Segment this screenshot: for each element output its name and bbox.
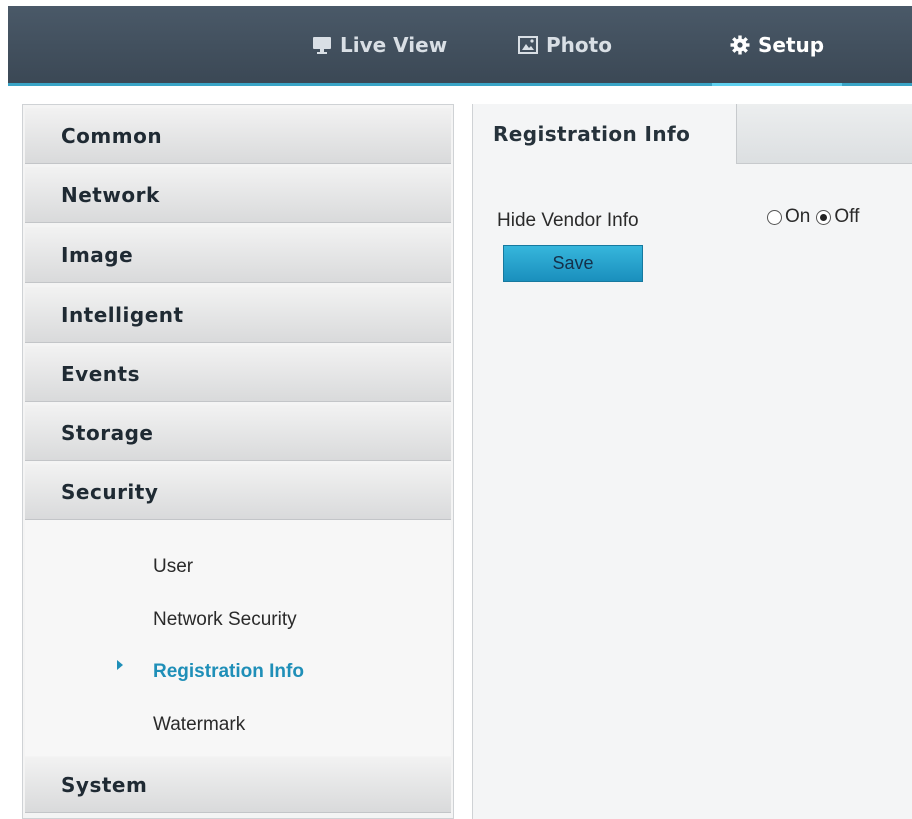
sidebar-item-label: System [61,772,148,797]
hide-vendor-radio-group: On Off [767,206,865,228]
security-submenu: User Network Security Registration Info … [25,520,451,756]
sidebar-item-label: Events [61,361,140,386]
sidebar-item-network[interactable]: Network [25,167,451,223]
sidebar-item-events[interactable]: Events [25,346,451,402]
tab-label: Registration Info [493,122,691,146]
tab-strip: Registration Info [473,104,912,164]
save-button[interactable]: Save [503,245,643,282]
sidebar: Common Network Image Intelligent Events … [22,104,454,819]
sidebar-item-label: Security [61,479,159,504]
radio-on[interactable] [767,209,782,225]
tab-registration-info[interactable]: Registration Info [473,104,737,164]
radio-off-label[interactable]: Off [834,206,859,228]
gear-icon [730,35,750,55]
sidebar-item-system[interactable]: System [25,757,451,813]
nav-photo-label: Photo [546,32,612,57]
submenu-item-user[interactable]: User [153,550,193,584]
nav-setup-label: Setup [758,32,825,57]
sidebar-item-label: Network [61,182,160,207]
submenu-item-label: Registration Info [153,661,304,682]
content-panel: Registration Info Hide Vendor Info On Of… [472,104,912,819]
sidebar-item-intelligent[interactable]: Intelligent [25,287,451,343]
sidebar-item-storage[interactable]: Storage [25,405,451,461]
submenu-item-label: Network Security [153,609,297,630]
sidebar-item-common[interactable]: Common [25,108,451,164]
radio-off[interactable] [816,209,832,225]
sidebar-item-security[interactable]: Security [25,464,451,520]
submenu-item-label: User [153,556,194,577]
sidebar-item-label: Common [61,123,163,148]
sidebar-item-image[interactable]: Image [25,227,451,283]
top-nav-bar: Live View Photo Setup [8,6,912,86]
submenu-item-label: Watermark [153,714,246,735]
picture-icon [518,35,538,54]
nav-setup[interactable]: Setup [711,6,843,86]
sidebar-item-label: Image [61,242,134,267]
caret-right-icon [117,660,123,670]
nav-live-view[interactable]: Live View [312,6,447,83]
monitor-icon [312,36,332,54]
sidebar-item-label: Intelligent [61,302,184,327]
submenu-item-registration-info[interactable]: Registration Info [153,655,304,689]
submenu-item-network-security[interactable]: Network Security [153,603,297,637]
radio-on-label[interactable]: On [785,206,810,228]
hide-vendor-info-label: Hide Vendor Info [497,210,639,231]
nav-photo[interactable]: Photo [518,6,612,83]
nav-live-view-label: Live View [340,32,448,57]
submenu-item-watermark[interactable]: Watermark [153,708,245,742]
sidebar-item-label: Storage [61,420,154,445]
